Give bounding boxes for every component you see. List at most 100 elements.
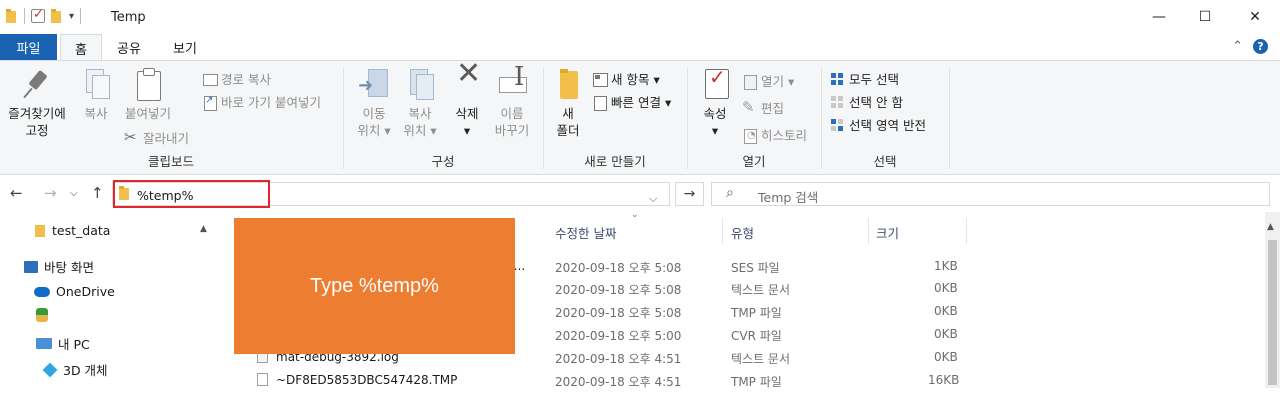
separator	[80, 8, 82, 24]
properties-icon	[699, 67, 731, 101]
select-all-label: 모두 선택	[849, 72, 899, 87]
pin-to-quick-access-button[interactable]: 즐겨찾기에 고정	[6, 67, 68, 139]
back-button[interactable]: ←	[10, 184, 23, 202]
invert-selection-button[interactable]: 선택 영역 반전	[830, 115, 926, 134]
nav-pane-scroll-up[interactable]: ▲	[200, 224, 207, 234]
nav-item-desktop[interactable]: 바탕 화면	[24, 257, 94, 276]
copy-path-label: 경로 복사	[221, 72, 271, 87]
scroll-up-arrow[interactable]: ▲	[1267, 222, 1274, 232]
open-button[interactable]: 열기 ▾	[742, 71, 794, 90]
search-box[interactable]: ⌕ Temp 검색	[711, 182, 1270, 206]
new-item-icon	[592, 72, 608, 87]
delete-icon	[451, 65, 483, 101]
user-icon	[36, 308, 48, 322]
move-to-button[interactable]: 이동 위치 ▾	[350, 67, 398, 139]
desktop-icon	[24, 260, 38, 273]
customize-dropdown-icon[interactable]: ▾	[69, 11, 74, 22]
nav-item-3d-objects[interactable]: 3D 개체	[42, 360, 108, 379]
file-size: 16KB	[928, 373, 960, 387]
paste-button[interactable]: 붙여넣기	[120, 67, 176, 122]
up-button[interactable]: ↑	[91, 184, 104, 202]
copy-to-label-line1: 복사	[408, 106, 432, 121]
forward-button[interactable]: →	[44, 184, 57, 202]
tab-view[interactable]: 보기	[160, 34, 210, 61]
nav-item-user[interactable]	[36, 308, 54, 322]
rename-label-line2: 바꾸기	[494, 123, 530, 138]
easy-access-label: 빠른 연결 ▾	[611, 95, 672, 110]
nav-item-test-data[interactable]: test_data	[35, 223, 110, 238]
cut-button[interactable]: 잘라내기	[124, 128, 189, 147]
collapse-ribbon-icon[interactable]: ⌃	[1232, 39, 1243, 54]
paste-label: 붙여넣기	[124, 106, 171, 121]
select-group: 모두 선택 선택 안 함 선택 영역 반전 선택	[822, 61, 948, 176]
history-button[interactable]: 히스토리	[742, 125, 807, 144]
navigation-bar: ← → ⌵ ↑ ⌵ %temp% → ⌕ Temp 검색	[0, 176, 1280, 212]
new-folder-button[interactable]: 새 폴더	[548, 67, 588, 139]
file-type: 텍스트 문서	[731, 352, 791, 366]
rename-button[interactable]: 이름 바꾸기	[488, 67, 536, 139]
column-header-type[interactable]: 유형	[731, 220, 754, 244]
search-icon: ⌕	[726, 185, 734, 201]
sort-caret-icon: ⌄	[631, 210, 639, 220]
maximize-button[interactable]: ☐	[1182, 0, 1228, 34]
file-modified: 2020-09-18 오후 4:51	[555, 352, 682, 366]
tab-file[interactable]: 파일	[0, 34, 57, 61]
copy-label: 복사	[84, 106, 108, 121]
properties-label-line2: ▾	[711, 123, 719, 138]
nav-item-this-pc[interactable]: 내 PC	[36, 334, 90, 353]
tab-share[interactable]: 공유	[108, 34, 150, 61]
recent-locations-dropdown[interactable]: ⌵	[70, 188, 78, 199]
address-dropdown-icon[interactable]: ⌵	[649, 192, 657, 206]
select-none-button[interactable]: 선택 안 함	[830, 92, 903, 111]
copy-to-icon	[404, 67, 436, 101]
file-type: SES 파일	[731, 261, 780, 275]
close-button[interactable]: ✕	[1232, 0, 1278, 34]
nav-item-label: OneDrive	[56, 284, 115, 299]
file-type: TMP 파일	[731, 306, 782, 320]
tab-home[interactable]: 홈	[60, 34, 102, 61]
file-size: 0KB	[934, 327, 958, 341]
3d-objects-icon	[42, 362, 58, 377]
column-divider	[722, 218, 723, 244]
select-all-icon	[830, 72, 845, 86]
properties-button[interactable]: 속성 ▾	[696, 67, 734, 139]
scrollbar-thumb[interactable]	[1268, 240, 1277, 385]
file-modified: 2020-09-18 오후 5:00	[555, 329, 682, 343]
open-label: 열기 ▾	[761, 74, 795, 89]
properties-label-line1: 속성	[703, 106, 727, 121]
cut-label: 잘라내기	[143, 131, 190, 146]
column-divider	[966, 218, 967, 244]
copy-path-button[interactable]: 경로 복사	[202, 69, 271, 88]
edit-button[interactable]: 편집	[742, 98, 784, 117]
copy-button[interactable]: 복사	[76, 67, 116, 122]
file-size: 1KB	[934, 259, 958, 273]
select-none-icon	[830, 95, 845, 109]
delete-label-line1: 삭제	[455, 106, 479, 121]
file-modified: 2020-09-18 오후 5:08	[555, 306, 682, 320]
select-all-button[interactable]: 모두 선택	[830, 69, 899, 88]
select-none-label: 선택 안 함	[849, 95, 903, 110]
edit-label: 편집	[761, 101, 785, 116]
nav-item-label: 3D 개체	[63, 363, 108, 378]
new-item-button[interactable]: 새 항목 ▾	[592, 69, 660, 88]
column-header-size[interactable]: 크기	[876, 220, 899, 244]
copy-to-button[interactable]: 복사 위치 ▾	[396, 67, 444, 139]
new-folder-quick-icon[interactable]	[51, 9, 63, 23]
callout-text: Type %temp%	[310, 274, 439, 297]
delete-button[interactable]: 삭제 ▾	[448, 65, 486, 139]
help-icon[interactable]: ?	[1253, 39, 1268, 54]
clipboard-group-label: 클립보드	[147, 154, 194, 169]
go-button[interactable]: →	[675, 182, 704, 206]
onedrive-icon	[34, 286, 50, 297]
open-group-label: 열기	[742, 154, 766, 169]
easy-access-button[interactable]: 빠른 연결 ▾	[592, 92, 671, 111]
properties-quick-icon[interactable]	[31, 7, 45, 23]
column-header-modified[interactable]: 수정한 날짜	[555, 220, 616, 244]
move-to-icon	[358, 67, 390, 101]
organize-group-label: 구성	[431, 154, 455, 169]
window-title: Temp	[111, 10, 146, 25]
paste-shortcut-button[interactable]: 바로 가기 붙여넣기	[202, 92, 321, 111]
nav-item-onedrive[interactable]: OneDrive	[34, 284, 115, 299]
title-bar: ▾ Temp — ☐ ✕	[0, 0, 1280, 34]
minimize-button[interactable]: —	[1136, 0, 1182, 34]
